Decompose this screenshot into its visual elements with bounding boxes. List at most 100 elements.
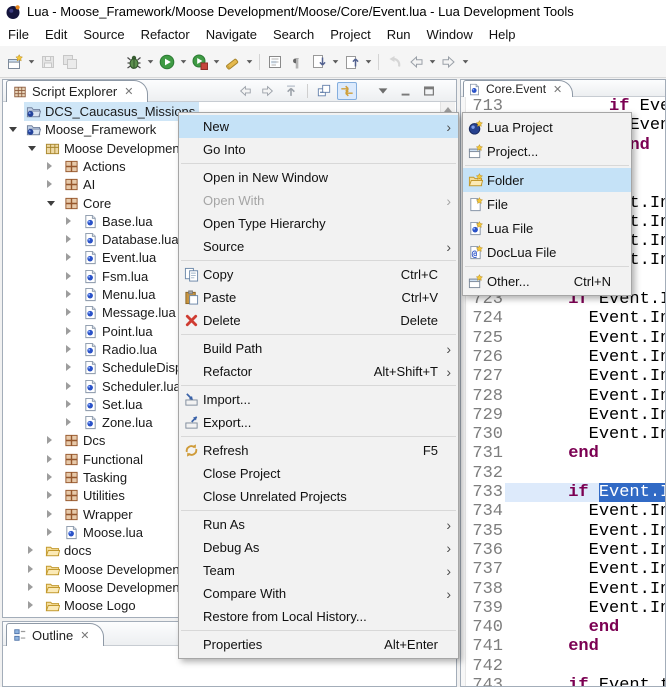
line-number[interactable]: 732: [467, 464, 503, 483]
debug-icon[interactable]: [123, 51, 145, 73]
chevron-collapsed-icon[interactable]: [28, 565, 33, 573]
context-menu-item-compare-with[interactable]: Compare With›: [179, 582, 458, 605]
chevron-collapsed-icon[interactable]: [28, 601, 33, 609]
menubar-item-help[interactable]: Help: [481, 24, 524, 46]
line-number[interactable]: 743: [467, 676, 503, 686]
context-menu-item-import[interactable]: Import...: [179, 388, 458, 411]
new-submenu-item-lua-project[interactable]: Lua Project: [463, 115, 631, 139]
chevron-collapsed-icon[interactable]: [28, 583, 33, 591]
code-line[interactable]: Event.In: [589, 599, 665, 618]
line-number[interactable]: 738: [467, 580, 503, 599]
context-menu-item-close-project[interactable]: Close Project: [179, 462, 458, 485]
code-line[interactable]: end: [568, 444, 599, 463]
chevron-collapsed-icon[interactable]: [47, 510, 52, 518]
context-menu-item-copy[interactable]: CopyCtrl+C: [179, 263, 458, 286]
run-icon[interactable]: [156, 51, 178, 73]
panel-back-icon[interactable]: [235, 82, 255, 100]
menubar-item-edit[interactable]: Edit: [37, 24, 75, 46]
line-number[interactable]: 730: [467, 425, 503, 444]
dropdown-arrow-icon[interactable]: [330, 51, 341, 73]
menubar-item-project[interactable]: Project: [322, 24, 378, 46]
code-line[interactable]: end: [568, 637, 599, 656]
line-number[interactable]: 725: [467, 329, 503, 348]
code-line[interactable]: Event.In: [589, 580, 665, 599]
close-icon[interactable]: ✕: [124, 85, 133, 98]
context-menu-item-refresh[interactable]: RefreshF5: [179, 439, 458, 462]
context-menu-item-properties[interactable]: PropertiesAlt+Enter: [179, 633, 458, 656]
code-line[interactable]: Event.In: [589, 502, 665, 521]
context-menu-item-source[interactable]: Source›: [179, 235, 458, 258]
context-menu-item-open-type-hierarchy[interactable]: Open Type Hierarchy: [179, 212, 458, 235]
chevron-collapsed-icon[interactable]: [47, 528, 52, 536]
code-line[interactable]: if Event.ta: [568, 676, 665, 686]
line-number[interactable]: 736: [467, 541, 503, 560]
menubar-item-navigate[interactable]: Navigate: [198, 24, 265, 46]
context-menu-item-build-path[interactable]: Build Path›: [179, 337, 458, 360]
line-number[interactable]: 728: [467, 387, 503, 406]
panel-forward-icon[interactable]: [258, 82, 278, 100]
new-submenu-item-lua-file[interactable]: Lua File: [463, 216, 631, 240]
context-menu-item-run-as[interactable]: Run As›: [179, 513, 458, 536]
chevron-collapsed-icon[interactable]: [66, 382, 71, 390]
dropdown-arrow-icon[interactable]: [178, 51, 189, 73]
chevron-collapsed-icon[interactable]: [28, 546, 33, 554]
forward-icon[interactable]: [438, 51, 460, 73]
code-line[interactable]: Event.In: [589, 425, 665, 444]
dropdown-arrow-icon[interactable]: [26, 51, 37, 73]
line-number[interactable]: 734: [467, 502, 503, 521]
up-icon[interactable]: [281, 82, 301, 100]
minimize-icon[interactable]: [396, 82, 416, 100]
dropdown-arrow-icon[interactable]: [363, 51, 374, 73]
dropdown-arrow-icon[interactable]: [460, 51, 471, 73]
chevron-collapsed-icon[interactable]: [47, 473, 52, 481]
new-submenu-item-folder[interactable]: Folder: [463, 168, 631, 192]
dropdown-arrow-icon[interactable]: [244, 51, 255, 73]
tab-core-event[interactable]: Core.Event ✕: [463, 80, 573, 97]
chevron-collapsed-icon[interactable]: [66, 308, 71, 316]
menubar-item-run[interactable]: Run: [379, 24, 419, 46]
context-menu-item-restore-from-local-history[interactable]: Restore from Local History...: [179, 605, 458, 628]
tab-script-explorer[interactable]: Script Explorer ✕: [6, 80, 148, 102]
line-number[interactable]: 729: [467, 406, 503, 425]
line-number[interactable]: 740: [467, 618, 503, 637]
chevron-collapsed-icon[interactable]: [66, 327, 71, 335]
code-line[interactable]: if Event.In: [568, 483, 665, 502]
show-whitespace-icon[interactable]: ¶: [286, 51, 308, 73]
context-menu-item-close-unrelated-projects[interactable]: Close Unrelated Projects: [179, 485, 458, 508]
new-submenu-item-other[interactable]: Other...Ctrl+N: [463, 269, 631, 293]
chevron-collapsed-icon[interactable]: [66, 400, 71, 408]
dropdown-arrow-icon[interactable]: [211, 51, 222, 73]
line-number[interactable]: 733: [467, 483, 503, 502]
chevron-collapsed-icon[interactable]: [66, 418, 71, 426]
chevron-expanded-icon[interactable]: [47, 201, 55, 206]
collapse-all-icon[interactable]: [314, 82, 334, 100]
line-number[interactable]: 739: [467, 599, 503, 618]
run-last-icon[interactable]: [189, 51, 211, 73]
context-menu-item-debug-as[interactable]: Debug As›: [179, 536, 458, 559]
mark-occurrences-icon[interactable]: [264, 51, 286, 73]
maximize-icon[interactable]: [419, 82, 439, 100]
chevron-collapsed-icon[interactable]: [66, 235, 71, 243]
chevron-collapsed-icon[interactable]: [66, 290, 71, 298]
menubar-item-refactor[interactable]: Refactor: [133, 24, 198, 46]
code-line[interactable]: Event.In: [589, 387, 665, 406]
context-menu-item-delete[interactable]: DeleteDelete: [179, 309, 458, 332]
line-number[interactable]: 735: [467, 522, 503, 541]
line-number[interactable]: 724: [467, 309, 503, 328]
dropdown-arrow-icon[interactable]: [145, 51, 156, 73]
line-number[interactable]: 726: [467, 348, 503, 367]
prev-annotation-icon[interactable]: [341, 51, 363, 73]
tab-outline[interactable]: Outline ✕: [6, 623, 104, 646]
next-annotation-icon[interactable]: [308, 51, 330, 73]
context-menu-item-open-in-new-window[interactable]: Open in New Window: [179, 166, 458, 189]
code-line[interactable]: Event.In: [589, 309, 665, 328]
chevron-collapsed-icon[interactable]: [66, 272, 71, 280]
line-number[interactable]: 731: [467, 444, 503, 463]
context-menu-item-paste[interactable]: PasteCtrl+V: [179, 286, 458, 309]
chevron-collapsed-icon[interactable]: [47, 436, 52, 444]
marker-icon[interactable]: [222, 51, 244, 73]
chevron-collapsed-icon[interactable]: [47, 180, 52, 188]
close-icon[interactable]: ✕: [553, 83, 562, 96]
context-menu-item-go-into[interactable]: Go Into: [179, 138, 458, 161]
menubar-item-file[interactable]: File: [0, 24, 37, 46]
